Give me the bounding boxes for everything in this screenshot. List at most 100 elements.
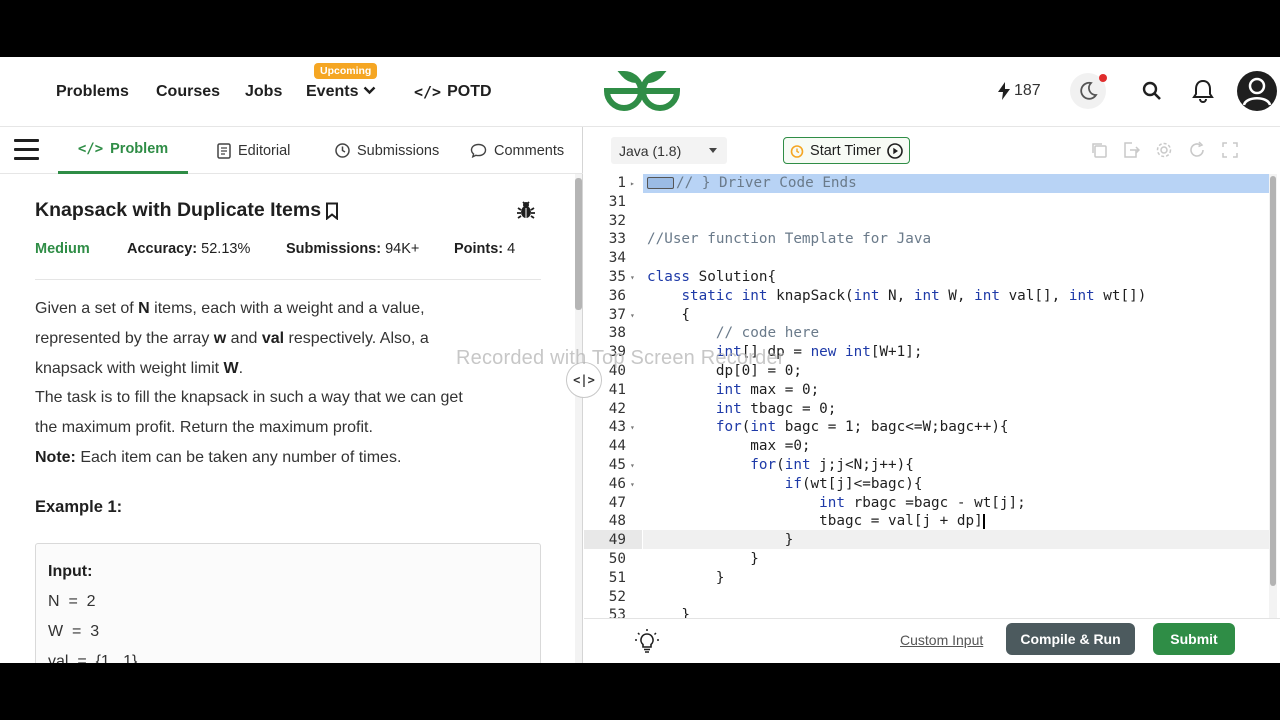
tab-comments-label: Comments: [494, 142, 565, 159]
line-number: 38: [608, 325, 626, 342]
tab-problem-label: Problem: [110, 141, 169, 157]
text-cursor: [982, 513, 985, 529]
difficulty-badge: Medium: [35, 241, 90, 257]
desc-text: .: [238, 359, 244, 377]
start-timer-label: Start Timer: [810, 142, 881, 159]
tab-editorial-label: Editorial: [238, 142, 291, 159]
desc-text: and: [226, 329, 262, 347]
line-number: 31: [608, 193, 626, 210]
code-line: tbagc = val[j + dp]: [647, 513, 985, 530]
fold-toggle-icon[interactable]: ▾: [630, 480, 635, 489]
code-line: }: [647, 532, 794, 549]
scrollbar-thumb[interactable]: [575, 178, 582, 310]
document-icon: [217, 142, 231, 159]
line-number: 46: [608, 475, 626, 492]
search-icon: [1142, 81, 1161, 100]
desc-line: Given a set of N items, each with a weig…: [35, 294, 545, 324]
problem-panel: </> Problem Editorial Submissions Commen…: [0, 127, 583, 663]
streak-count: 187: [1014, 82, 1041, 99]
fold-toggle-icon[interactable]: ▸: [630, 179, 635, 188]
code-line: int tbagc = 0;: [715, 400, 837, 417]
custom-input-link[interactable]: Custom Input: [900, 632, 983, 648]
tab-comments[interactable]: Comments: [470, 127, 564, 174]
code-line: // code here: [647, 325, 820, 342]
desc-text: items, each with a weight and a value,: [149, 300, 425, 317]
code-line: {: [647, 306, 691, 323]
code-line: class Solution{: [647, 269, 777, 285]
nav-courses[interactable]: Courses: [156, 83, 220, 101]
code-line: int rbagc =bagc - wt[j];: [819, 494, 1026, 511]
upcoming-badge: Upcoming: [314, 63, 378, 79]
menu-icon[interactable]: [14, 139, 39, 161]
editor-scrollbar[interactable]: [1269, 174, 1277, 618]
submit-button[interactable]: Submit: [1153, 623, 1235, 655]
recorder-watermark: Recorded with Top Screen Recorder: [456, 347, 785, 369]
gfg-logo[interactable]: [601, 70, 683, 112]
accuracy-stat: Accuracy: 52.13%: [127, 241, 250, 257]
fold-toggle-icon[interactable]: ▾: [630, 311, 635, 320]
nav-problems[interactable]: Problems: [56, 83, 129, 101]
report-bug-icon[interactable]: [516, 200, 536, 220]
line-number: 52: [608, 588, 626, 605]
compile-run-button[interactable]: Compile & Run: [1006, 623, 1135, 655]
line-number: 1: [617, 175, 626, 191]
desc-line: Note: Each item can be taken any number …: [35, 443, 545, 473]
problem-tabs: </> Problem Editorial Submissions Commen…: [0, 127, 583, 174]
timer-icon: [790, 144, 804, 158]
submissions-value: 94K+: [385, 241, 420, 257]
lightbulb-icon[interactable]: [634, 628, 660, 654]
code-icon: </>: [77, 141, 104, 157]
desc-bold: w: [213, 329, 227, 347]
fullscreen-icon[interactable]: [1221, 141, 1239, 159]
copy-icon[interactable]: [1090, 141, 1108, 159]
notification-dot: [1099, 74, 1107, 82]
points-value: 4: [507, 241, 516, 257]
line-number: 53: [608, 607, 626, 618]
desc-text: respectively. Also, a: [284, 329, 429, 347]
tab-problem[interactable]: </> Problem: [58, 127, 188, 174]
tab-editorial[interactable]: Editorial: [217, 127, 290, 174]
example-line: W = 3: [48, 623, 100, 640]
code-editor[interactable]: 1 ▸ 31 32 33 34 35 ▾ 36 37 ▾ 38 39 40 41 42 43 ▾ 44 45 ▾ 46 ▾ 4…: [584, 174, 1280, 618]
submissions-label: Submissions:: [286, 241, 382, 257]
avatar[interactable]: [1237, 71, 1277, 111]
fold-toggle-icon[interactable]: ▾: [630, 423, 635, 432]
line-number: 50: [608, 551, 626, 567]
folded-code-badge[interactable]: [647, 177, 674, 189]
nav-jobs[interactable]: Jobs: [245, 83, 282, 101]
desc-bold: val: [261, 329, 285, 347]
tab-submissions-label: Submissions: [357, 142, 440, 159]
language-select[interactable]: Java (1.8): [611, 137, 727, 164]
code-line: // } Driver Code Ends: [647, 174, 857, 193]
code-line: for(int bagc = 1; bagc<=W;bagc++){: [715, 419, 1009, 436]
streak-counter[interactable]: 187: [998, 82, 1041, 100]
example-title: Example 1:: [35, 498, 123, 516]
chevron-down-icon[interactable]: [363, 86, 376, 95]
nav-potd[interactable]: </> POTD: [414, 83, 492, 101]
code-line: //User function Template for Java: [647, 231, 932, 248]
nav-events[interactable]: Events: [306, 83, 358, 101]
accuracy-label: Accuracy:: [127, 241, 198, 257]
moon-icon: [1080, 81, 1098, 100]
code-line: int max = 0;: [715, 381, 820, 398]
scrollbar-thumb[interactable]: [1270, 176, 1276, 586]
code-line: if(wt[j]<=bagc){: [784, 475, 923, 492]
search-button[interactable]: [1135, 74, 1169, 108]
line-number: 37: [608, 306, 626, 323]
settings-icon[interactable]: [1155, 141, 1173, 159]
dropdown-arrow-icon: [709, 148, 717, 153]
desc-text: Given a set of: [35, 300, 139, 317]
fold-toggle-icon[interactable]: ▾: [630, 273, 635, 282]
notifications-button[interactable]: [1186, 74, 1220, 108]
desc-text: the maximum profit. Return the maximum p…: [35, 419, 373, 437]
desc-text: The task is to fill the knapsack in such…: [35, 389, 463, 407]
start-timer-button[interactable]: Start Timer: [783, 137, 910, 164]
reset-icon[interactable]: [1188, 141, 1206, 159]
bookmark-icon[interactable]: [325, 202, 339, 220]
example-box: Input: N = 2 W = 3 val = {1, 1}: [35, 543, 541, 663]
fold-toggle-icon[interactable]: ▾: [630, 461, 635, 470]
language-value: Java (1.8): [619, 142, 682, 159]
import-icon[interactable]: [1122, 141, 1140, 159]
tab-submissions[interactable]: Submissions: [335, 127, 439, 174]
problem-scrollbar[interactable]: [575, 174, 582, 663]
